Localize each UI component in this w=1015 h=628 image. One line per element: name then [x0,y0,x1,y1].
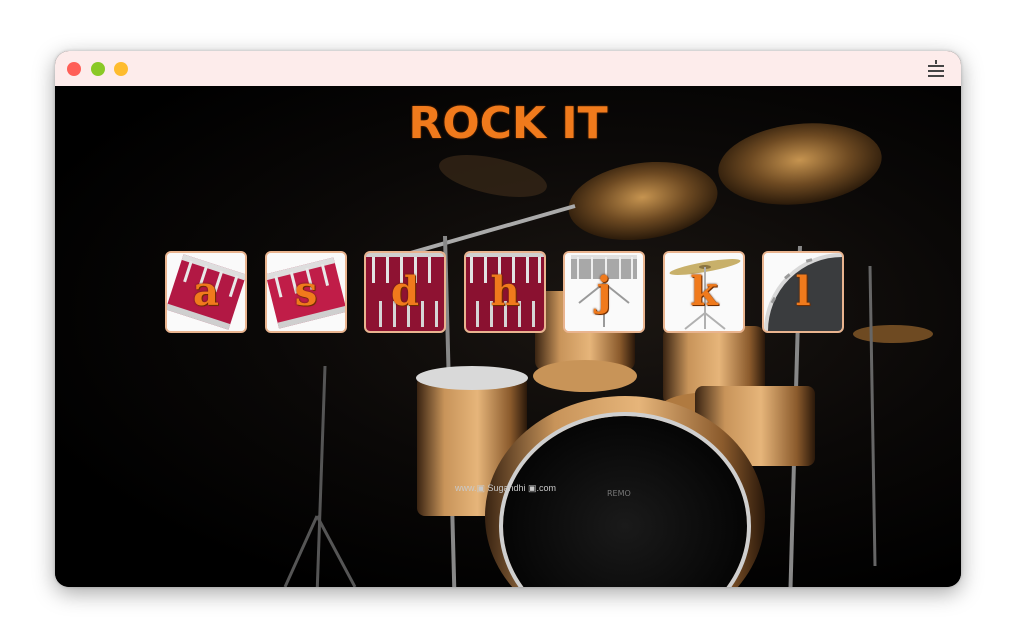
zoom-window-button[interactable] [91,62,105,76]
browser-window: REMO ROCK IT a s d h j k l www.▣ Sugandh… [55,51,961,587]
hamburger-menu-icon[interactable] [927,60,945,78]
drum-key-s[interactable]: s [265,251,347,333]
key-letter-a: a [193,268,219,315]
svg-text:REMO: REMO [607,489,631,498]
key-letter-k: k [690,268,718,315]
drum-stage: REMO ROCK IT a s d h j k l www.▣ Sugandh… [55,86,961,587]
watermark-text: www.▣ Sugandhi ▣.com [455,483,557,493]
key-letter-d: d [391,268,419,315]
key-letter-s: s [294,268,318,315]
drum-key-d[interactable]: d [364,251,446,333]
app-title: ROCK IT [408,98,608,149]
close-window-button[interactable] [67,62,81,76]
drum-key-h[interactable]: h [464,251,546,333]
key-letter-j: j [596,268,612,315]
minimize-window-button[interactable] [114,62,128,76]
drum-key-j[interactable]: j [563,251,645,333]
key-letter-l: l [795,268,811,315]
drum-key-k[interactable]: k [663,251,745,333]
key-letter-h: h [490,268,520,315]
drum-key-l[interactable]: l [762,251,844,333]
drum-kit-background-image: REMO [283,123,933,587]
drum-key-a[interactable]: a [165,251,247,333]
window-titlebar [55,51,961,86]
